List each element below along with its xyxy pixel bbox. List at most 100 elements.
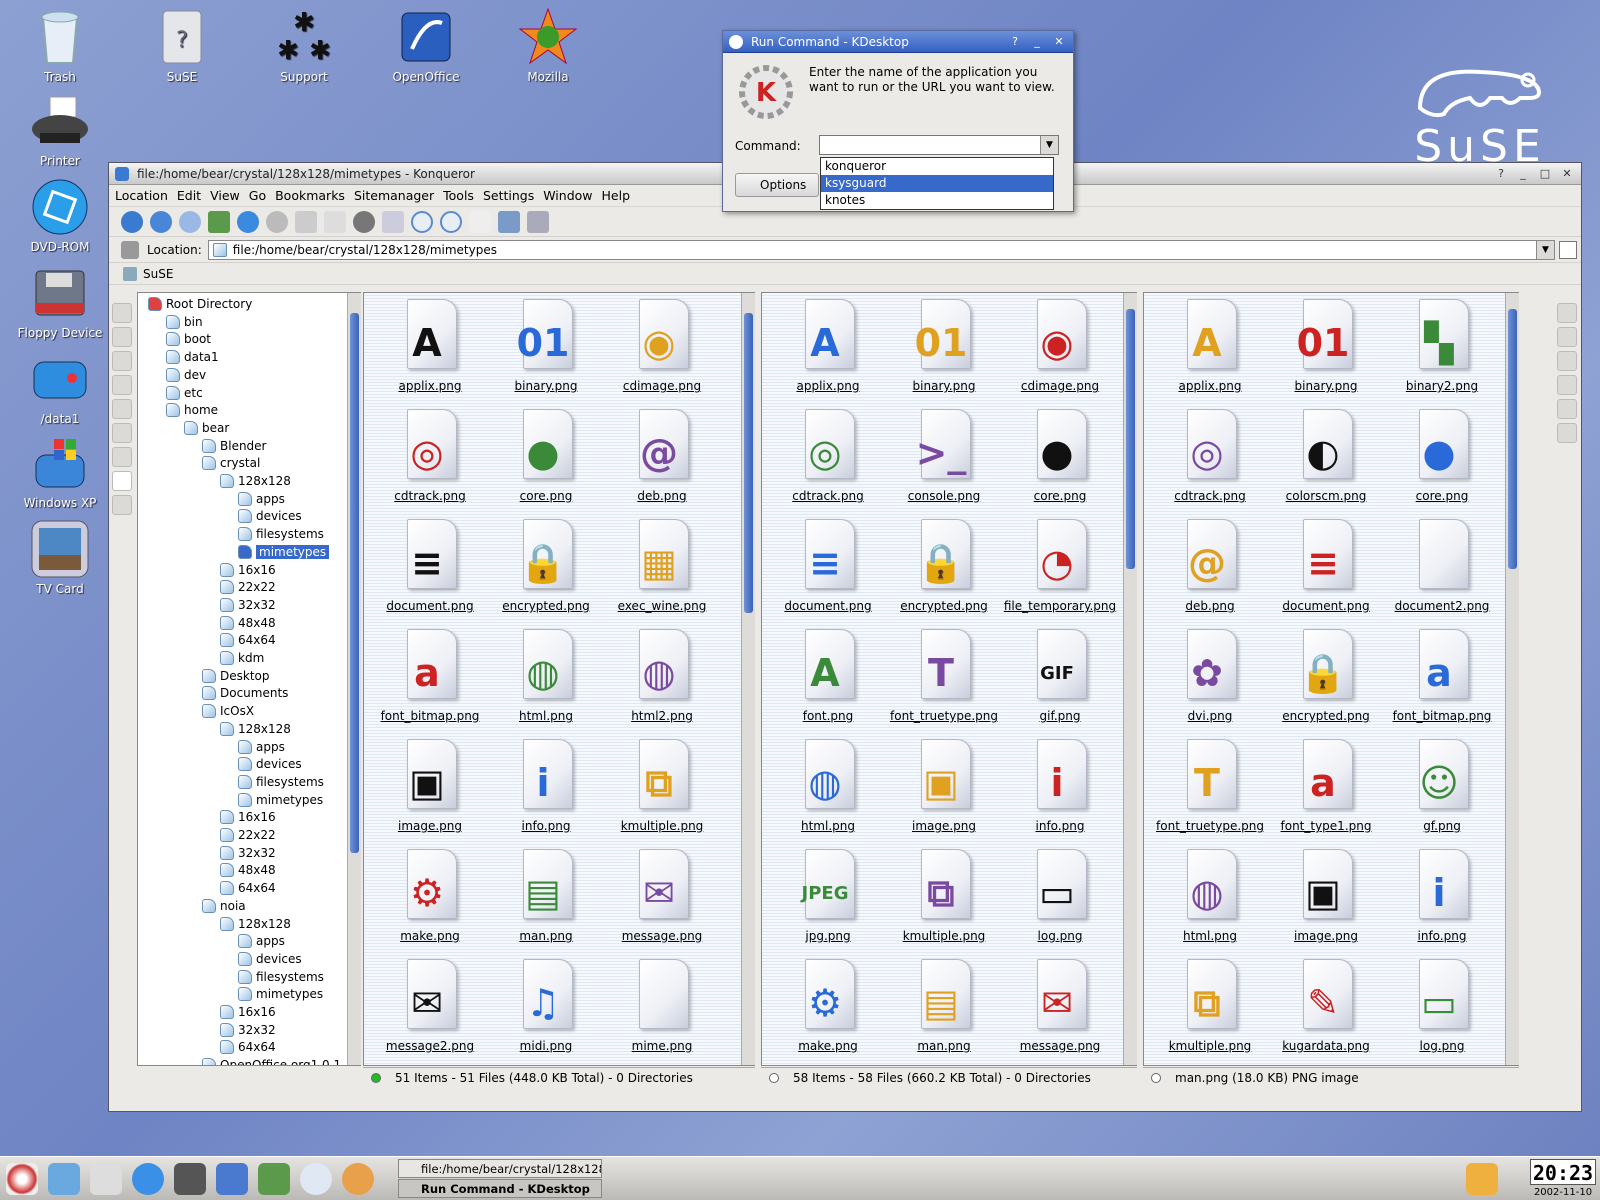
tree-node[interactable]: devices (238, 755, 302, 773)
file-item[interactable]: ♫ midi.png (488, 955, 604, 1065)
file-item[interactable]: ≡ document.png (1268, 515, 1384, 625)
go-icon[interactable] (1559, 240, 1577, 259)
cut-icon[interactable] (295, 210, 317, 233)
tree-node[interactable]: home (166, 401, 218, 419)
tree-node[interactable]: apps (238, 932, 285, 950)
tree-node[interactable]: filesystems (238, 525, 324, 543)
file-item[interactable]: mime.png (604, 955, 720, 1065)
file-item[interactable]: ⧉ kmultiple.png (604, 735, 720, 845)
desktop-icon-suse[interactable]: ? SuSE (134, 6, 230, 84)
copy-icon[interactable] (324, 210, 346, 233)
file-item[interactable]: ✿ dvi.png (1152, 625, 1268, 735)
task-konqueror[interactable]: file:/home/bear/crystal/128x128/ (398, 1159, 602, 1178)
file-item[interactable]: ◍ html.png (770, 735, 886, 845)
file-item[interactable]: @ deb.png (1152, 515, 1268, 625)
desktop-icon-data1[interactable]: /data1 (12, 348, 108, 426)
search-icon[interactable] (300, 1163, 332, 1195)
k-menu-icon[interactable] (6, 1163, 38, 1195)
desktop-icon-trash[interactable]: Trash (12, 6, 108, 84)
back-icon[interactable] (150, 210, 172, 233)
file-item[interactable]: ● core.png (488, 405, 604, 515)
options-button[interactable]: Options (735, 173, 819, 197)
file-item[interactable]: ✎ kugardata.png (1268, 955, 1384, 1065)
sidebar-tab-web[interactable] (112, 447, 132, 467)
help-button[interactable]: ? (1007, 35, 1023, 49)
properties-icon[interactable] (469, 210, 491, 233)
menu-go[interactable]: Go (249, 188, 266, 203)
tree-node[interactable]: 128x128 (220, 472, 291, 490)
file-item[interactable]: ▭ log.png (1384, 955, 1500, 1065)
tree-node[interactable]: 64x64 (220, 879, 276, 897)
tree-node[interactable]: OpenOffice.org1.0.1 (202, 1056, 341, 1065)
menu-tools[interactable]: Tools (443, 188, 474, 203)
tree-node[interactable]: data1 (166, 348, 219, 366)
file-item[interactable]: 🔒 encrypted.png (886, 515, 1002, 625)
home-icon[interactable] (258, 1163, 290, 1195)
file-item[interactable]: ▣ image.png (886, 735, 1002, 845)
file-item[interactable]: document2.png (1384, 515, 1500, 625)
location-field[interactable]: file:/home/bear/crystal/128x128/mimetype… (207, 239, 1555, 260)
file-item[interactable]: ● core.png (1384, 405, 1500, 515)
file-item[interactable]: ◔ file_temporary.png (1002, 515, 1118, 625)
close-button[interactable]: ✕ (1051, 35, 1067, 49)
command-input[interactable]: ▼ (819, 135, 1059, 155)
tree-node[interactable]: noia (202, 897, 246, 915)
file-item[interactable]: ⚙ make.png (372, 845, 488, 955)
tree-node[interactable]: filesystems (238, 968, 324, 986)
pane-2-scrollbar[interactable] (1123, 293, 1137, 1065)
tree-node[interactable]: etc (166, 384, 203, 402)
tree-node[interactable]: apps (238, 490, 285, 508)
sidebar-tab-services[interactable] (112, 423, 132, 443)
file-item[interactable]: Tfont_truetype.png (886, 625, 1002, 735)
file-item[interactable]: Afont.png (770, 625, 886, 735)
clear-location-icon[interactable] (121, 240, 139, 259)
menu-bookmarks[interactable]: Bookmarks (275, 188, 345, 203)
desktop-icon-mozilla[interactable]: Mozilla (500, 6, 596, 84)
menu-settings[interactable]: Settings (483, 188, 534, 203)
file-item[interactable]: ⧉ kmultiple.png (886, 845, 1002, 955)
pane-3-scrollbar[interactable] (1505, 293, 1519, 1065)
file-item[interactable]: ▣ image.png (1268, 845, 1384, 955)
tree-node[interactable]: IcOsX (202, 702, 254, 720)
zoom-out-icon[interactable] (440, 210, 462, 233)
file-item[interactable]: Aapplix.png (770, 295, 886, 405)
menu-window[interactable]: Window (543, 188, 592, 203)
tree-scrollbar[interactable] (347, 293, 361, 1065)
file-item[interactable]: >_ console.png (886, 405, 1002, 515)
file-item[interactable]: ◐ colorscm.png (1268, 405, 1384, 515)
tree-node[interactable]: mimetypes (238, 791, 323, 809)
file-item[interactable]: 🔒 encrypted.png (1268, 625, 1384, 735)
tree-node[interactable]: 22x22 (220, 826, 276, 844)
sidebar-tab-root[interactable] (112, 471, 132, 491)
minimize-button[interactable]: _ (1515, 167, 1531, 181)
right-tab-4[interactable] (1557, 375, 1577, 395)
tree-node[interactable]: kdm (220, 649, 264, 667)
sidebar-tab-settings[interactable] (112, 495, 132, 515)
tree-node[interactable]: mimetypes (238, 985, 323, 1003)
document-icon[interactable] (90, 1163, 122, 1195)
file-item[interactable]: 🔒 encrypted.png (488, 515, 604, 625)
tree-node[interactable]: 64x64 (220, 1038, 276, 1056)
file-item[interactable]: ◍ html.png (1152, 845, 1268, 955)
file-item[interactable]: a font_bitmap.png (372, 625, 488, 735)
file-item[interactable]: GIF gif.png (1002, 625, 1118, 735)
tree-node[interactable]: Documents (202, 684, 288, 702)
clock[interactable]: 20:23 2002-11-10 (1530, 1159, 1596, 1198)
file-item[interactable]: a font_type1.png (1268, 735, 1384, 845)
file-item[interactable]: ◍ html.png (488, 625, 604, 735)
file-item[interactable]: i info.png (488, 735, 604, 845)
suggestion-item[interactable]: konqueror (821, 158, 1053, 175)
file-item[interactable]: ◎ cdtrack.png (770, 405, 886, 515)
terminal-icon[interactable] (174, 1163, 206, 1195)
help-icon[interactable] (342, 1163, 374, 1195)
suggestion-item[interactable]: knotes (821, 192, 1053, 209)
sidebar-tab-info[interactable] (112, 351, 132, 371)
filter-icon[interactable] (1557, 423, 1577, 443)
close-button[interactable]: ✕ (1559, 167, 1575, 181)
menu-edit[interactable]: Edit (177, 188, 201, 203)
command-dropdown-icon[interactable]: ▼ (1040, 136, 1058, 154)
file-item[interactable]: Tfont_truetype.png (1152, 735, 1268, 845)
tree-node[interactable]: devices (238, 507, 302, 525)
suggestion-item-selected[interactable]: ksysguard (821, 175, 1053, 192)
task-run-command[interactable]: Run Command - KDesktop (398, 1179, 602, 1198)
